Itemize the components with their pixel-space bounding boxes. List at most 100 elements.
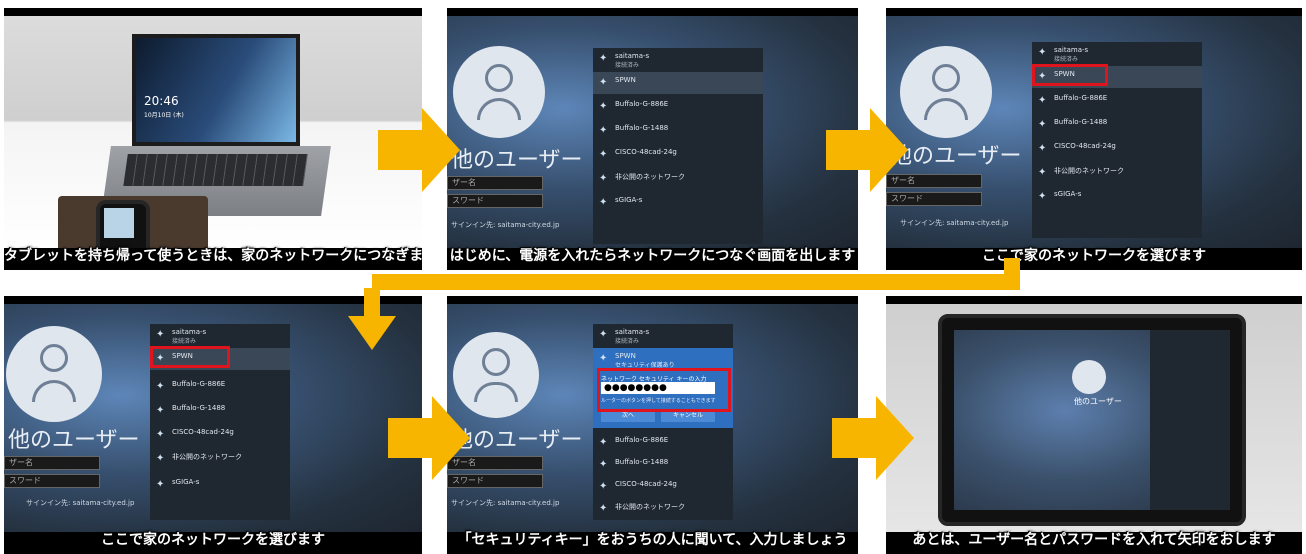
wifi-icon: ✦ <box>599 101 608 112</box>
keyboard <box>123 154 308 186</box>
wifi-item[interactable]: ✦ 非公開のネットワーク <box>150 448 290 470</box>
other-user-label: 他のユーザー <box>8 428 140 453</box>
wifi-icon: ✦ <box>156 479 165 490</box>
panel-4: 他のユーザー ザー名 スワード サインイン先: saitama-city.ed.… <box>4 296 422 554</box>
wifi-icon: ✦ <box>156 329 165 340</box>
tablet-screen: 他のユーザー <box>954 330 1230 510</box>
other-user-label: 他のユーザー <box>890 144 1022 169</box>
password-field[interactable]: スワード <box>447 474 543 488</box>
password-field[interactable]: スワード <box>4 474 100 488</box>
signin-target: サインイン先: saitama-city.ed.jp <box>451 499 560 507</box>
avatar-head <box>485 64 513 92</box>
highlight-box <box>150 346 230 368</box>
wifi-item-connected[interactable]: ✦ saitama-s 接続済み <box>593 324 733 346</box>
avatar-head <box>40 344 68 372</box>
tablet-screen <box>104 208 134 238</box>
wifi-icon: ✦ <box>599 77 608 88</box>
wifi-item[interactable]: ✦ Buffalo-G-886E <box>1032 90 1202 112</box>
panel-1: 20:46 10月10日 (木) タブレットを持ち帰って使うときは、家のネットワ… <box>4 8 422 270</box>
panel-3: 他のユーザー ザー名 スワード サインイン先: saitama-city.ed.… <box>886 8 1302 270</box>
username-field[interactable]: ザー名 <box>447 456 543 470</box>
wifi-item-connected[interactable]: ✦ saitama-s 接続済み <box>593 48 763 70</box>
wifi-item[interactable]: ✦ Buffalo-G-886E <box>593 96 763 118</box>
wifi-item[interactable]: ✦ Buffalo-G-1488 <box>1032 114 1202 136</box>
wifi-item[interactable]: ✦ sGIGA-s <box>1032 186 1202 208</box>
letterbox-top <box>886 8 1302 16</box>
wifi-icon: ✦ <box>1038 95 1047 106</box>
wifi-icon: ✦ <box>156 405 165 416</box>
wifi-icon: ✦ <box>156 429 165 440</box>
avatar-body <box>477 98 521 120</box>
wifi-item-connected[interactable]: ✦ saitama-s 接続済み <box>1032 42 1202 64</box>
wifi-icon: ✦ <box>599 459 608 470</box>
other-user-label: 他のユーザー <box>451 428 583 453</box>
panel-5: 他のユーザー ザー名 スワード サインイン先: saitama-city.ed.… <box>447 296 858 554</box>
signin-target: サインイン先: saitama-city.ed.jp <box>900 219 1009 227</box>
wifi-item[interactable]: ✦ Buffalo-G-1488 <box>150 400 290 422</box>
username-field[interactable]: ザー名 <box>886 174 982 188</box>
wifi-item[interactable]: ✦ Buffalo-G-1488 <box>593 120 763 142</box>
panel-6: 他のユーザー あとは、ユーザー名とパスワードを入れて矢印をおします <box>886 296 1302 554</box>
wifi-icon: ✦ <box>599 173 608 184</box>
wifi-icon: ✦ <box>599 197 608 208</box>
wifi-icon: ✦ <box>599 149 608 160</box>
wifi-icon: ✦ <box>599 503 608 514</box>
other-user-label: 他のユーザー <box>451 148 583 173</box>
wifi-item[interactable]: ✦ 非公開のネットワーク <box>593 168 763 190</box>
avatar-head <box>932 64 960 92</box>
wifi-icon: ✦ <box>599 437 608 448</box>
wifi-panel: ✦ saitama-s 接続済み ✦ SPWN ✦ Buffalo-G-886E ✦ Bu… <box>593 48 763 244</box>
user-avatar-icon <box>6 326 102 422</box>
wifi-icon: ✦ <box>599 329 608 340</box>
signin-target: サインイン先: saitama-city.ed.jp <box>451 221 560 229</box>
wifi-icon: ✦ <box>156 453 165 464</box>
subtitle: タブレットを持ち帰って使うときは、家のネットワークにつなぎます <box>4 248 422 264</box>
clock-time: 20:46 <box>144 94 179 108</box>
user-avatar-icon <box>1072 360 1106 394</box>
subtitle: ここで家のネットワークを選びます <box>982 248 1206 264</box>
username-field[interactable]: ザー名 <box>4 456 100 470</box>
wifi-icon: ✦ <box>1038 143 1047 154</box>
wifi-item[interactable]: ✦ CISCO-48cad-24g <box>1032 138 1202 160</box>
wifi-icon: ✦ <box>599 125 608 136</box>
wifi-item[interactable]: ✦ CISCO-48cad-24g <box>593 476 733 498</box>
wifi-icon: ✦ <box>599 53 608 64</box>
wifi-icon: ✦ <box>599 481 608 492</box>
wifi-item[interactable]: ✦ sGIGA-s <box>593 192 763 214</box>
wifi-item[interactable]: ✦ 非公開のネットワーク <box>593 498 733 520</box>
password-field[interactable]: スワード <box>886 192 982 206</box>
password-field[interactable]: スワード <box>447 194 543 208</box>
user-avatar-icon <box>900 46 992 138</box>
highlight-box <box>597 368 731 412</box>
letterbox-top <box>447 296 858 304</box>
tablet-device: 他のユーザー <box>938 314 1246 526</box>
wifi-item-connected[interactable]: ✦ saitama-s 接続済み <box>150 324 290 346</box>
clock-date: 10月10日 (木) <box>144 112 184 119</box>
panel-2: 他のユーザー ザー名 スワード サインイン先: saitama-city.ed.… <box>447 8 858 270</box>
wifi-item[interactable]: ✦ sGIGA-s <box>150 474 290 496</box>
wifi-item[interactable]: ✦ Buffalo-G-1488 <box>593 454 733 476</box>
wifi-item[interactable]: ✦ Buffalo-G-886E <box>150 376 290 398</box>
laptop-screen: 20:46 10月10日 (木) <box>132 34 300 146</box>
wifi-item[interactable]: ✦ 非公開のネットワーク <box>1032 162 1202 184</box>
wifi-icon: ✦ <box>1038 167 1047 178</box>
wifi-item[interactable]: ✦ Buffalo-G-886E <box>593 432 733 454</box>
wifi-icon: ✦ <box>599 353 608 364</box>
subtitle: はじめに、電源を入れたらネットワークにつなぐ画面を出します <box>449 248 856 264</box>
username-field[interactable]: ザー名 <box>447 176 543 190</box>
wifi-panel: ✦ saitama-s 接続済み ✦ SPWN セキュリティ保護あり ネットワーク … <box>593 324 733 520</box>
wifi-item-spwn[interactable]: ✦ SPWN <box>593 72 763 94</box>
wifi-icon: ✦ <box>1038 191 1047 202</box>
wifi-icon: ✦ <box>1038 119 1047 130</box>
wifi-item[interactable]: ✦ CISCO-48cad-24g <box>150 424 290 446</box>
user-avatar-icon <box>453 46 545 138</box>
wifi-icon: ✦ <box>1038 47 1047 58</box>
user-avatar-icon <box>453 332 539 418</box>
other-user-label: 他のユーザー <box>1074 397 1122 406</box>
highlight-box <box>1032 64 1108 86</box>
wifi-item[interactable]: ✦ CISCO-48cad-24g <box>593 144 763 166</box>
avatar-body <box>32 380 76 402</box>
subtitle: あとは、ユーザー名とパスワードを入れて矢印をおします <box>912 532 1276 548</box>
signin-target: サインイン先: saitama-city.ed.jp <box>26 499 135 507</box>
avatar-body <box>474 382 518 402</box>
